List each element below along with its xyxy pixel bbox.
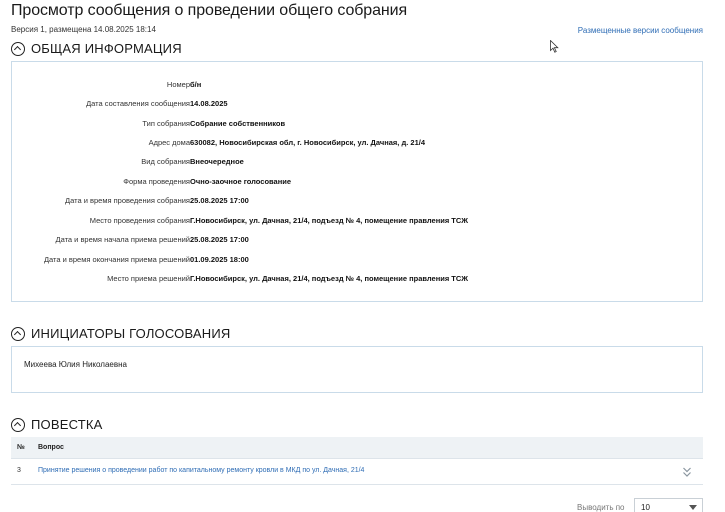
info-row-decisions-place: Место приема решений Г.Новосибирск, ул. … bbox=[12, 273, 702, 285]
initiators-title: ИНИЦИАТОРЫ ГОЛОСОВАНИЯ bbox=[31, 326, 231, 341]
table-header: № Вопрос bbox=[11, 437, 703, 459]
info-value: 25.08.2025 17:00 bbox=[190, 196, 249, 205]
info-row-message-date: Дата составления сообщения 14.08.2025 bbox=[12, 98, 702, 110]
general-info-panel: Номер б/н Дата составления сообщения 14.… bbox=[11, 61, 703, 302]
info-row-decisions-end: Дата и время окончания приема решений 01… bbox=[12, 254, 702, 266]
initiators-panel: Михеева Юлия Николаевна bbox=[11, 346, 703, 393]
page-title: Просмотр сообщения о проведении общего с… bbox=[11, 2, 408, 19]
info-row-meeting-datetime: Дата и время проведения собрания 25.08.2… bbox=[12, 195, 702, 207]
info-label: Форма проведения bbox=[123, 177, 190, 186]
agenda-row-number: 3 bbox=[17, 467, 21, 474]
info-row-decisions-start: Дата и время начала приема решений 25.08… bbox=[12, 234, 702, 246]
info-label: Тип собрания bbox=[142, 119, 190, 128]
info-label: Дата и время проведения собрания bbox=[65, 196, 190, 205]
info-row-meeting-type: Тип собрания Собрание собственников bbox=[12, 118, 702, 130]
info-row-address: Адрес дома 630082, Новосибирская обл, г.… bbox=[12, 137, 702, 149]
info-value: Г.Новосибирск, ул. Дачная, 21/4, подъезд… bbox=[190, 274, 469, 283]
info-value: 630082, Новосибирская обл, г. Новосибирс… bbox=[190, 138, 425, 147]
info-label: Дата и время начала приема решений bbox=[55, 235, 190, 244]
initiator-name: Михеева Юлия Николаевна bbox=[24, 360, 127, 369]
info-label: Место приема решений bbox=[107, 274, 190, 283]
agenda-toggle[interactable]: ПОВЕСТКА bbox=[11, 417, 103, 432]
initiators-toggle[interactable]: ИНИЦИАТОРЫ ГОЛОСОВАНИЯ bbox=[11, 326, 231, 341]
collapse-chevron-icon bbox=[11, 326, 25, 341]
per-page-value: 10 bbox=[641, 503, 650, 512]
info-row-form: Форма проведения Очно-заочное голосовани… bbox=[12, 176, 702, 188]
collapse-chevron-icon bbox=[11, 417, 25, 432]
info-label: Дата составления сообщения bbox=[86, 99, 190, 108]
info-label: Вид собрания bbox=[141, 157, 190, 166]
column-header-number: № bbox=[17, 444, 25, 451]
info-value: Очно-заочное голосование bbox=[190, 177, 292, 186]
info-value: Внеочередное bbox=[190, 157, 244, 166]
agenda-title: ПОВЕСТКА bbox=[31, 417, 103, 432]
agenda-table: № Вопрос 3 Принятие решения о проведении… bbox=[11, 437, 703, 485]
info-value: Собрание собственников bbox=[190, 119, 286, 128]
info-value: Г.Новосибирск, ул. Дачная, 21/4, подъезд… bbox=[190, 216, 469, 225]
info-row-meeting-kind: Вид собрания Внеочередное bbox=[12, 156, 702, 168]
info-label: Номер bbox=[166, 80, 190, 89]
info-value: 25.08.2025 17:00 bbox=[190, 235, 249, 244]
general-info-title: ОБЩАЯ ИНФОРМАЦИЯ bbox=[31, 41, 182, 56]
collapse-chevron-icon bbox=[11, 41, 25, 56]
per-page-select[interactable]: 10 bbox=[634, 498, 703, 512]
info-label: Место проведения собрания bbox=[89, 216, 190, 225]
per-page-label: Выводить по bbox=[577, 503, 625, 512]
agenda-question-link[interactable]: Принятие решения о проведении работ по к… bbox=[38, 467, 364, 474]
column-header-question: Вопрос bbox=[38, 444, 64, 451]
info-label: Дата и время окончания приема решений bbox=[43, 255, 190, 264]
info-value: б/н bbox=[190, 80, 202, 89]
dropdown-caret-icon bbox=[689, 505, 697, 510]
info-row-number: Номер б/н bbox=[12, 79, 702, 91]
published-versions-link[interactable]: Размещенные версии сообщения bbox=[578, 26, 703, 35]
expand-double-chevron-icon[interactable] bbox=[682, 466, 692, 478]
table-row: 3 Принятие решения о проведении работ по… bbox=[11, 459, 703, 485]
info-value: 14.08.2025 bbox=[190, 99, 228, 108]
info-value: 01.09.2025 18:00 bbox=[190, 255, 249, 264]
info-label: Адрес дома bbox=[148, 138, 190, 147]
mouse-cursor-icon bbox=[550, 40, 559, 53]
info-row-meeting-place: Место проведения собрания Г.Новосибирск,… bbox=[12, 215, 702, 227]
version-info: Версия 1, размещена 14.08.2025 18:14 bbox=[11, 25, 156, 34]
general-info-toggle[interactable]: ОБЩАЯ ИНФОРМАЦИЯ bbox=[11, 41, 182, 56]
